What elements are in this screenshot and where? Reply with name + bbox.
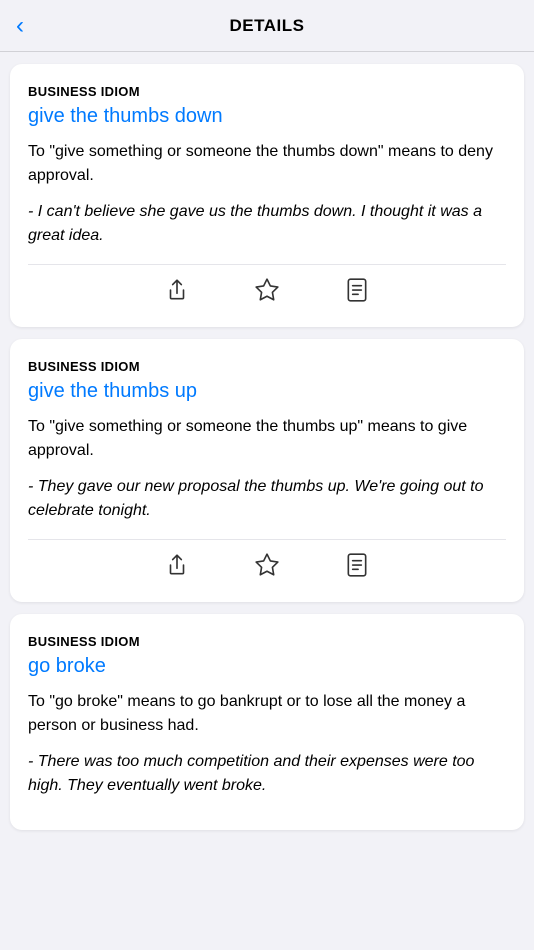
card-3-title: go broke <box>28 655 506 678</box>
card-go-broke: BUSINESS IDIOM go broke To "go broke" me… <box>10 614 524 830</box>
card-2-notes-button[interactable] <box>336 544 378 586</box>
card-1-example: - I can't believe she gave us the thumbs… <box>28 200 506 248</box>
card-1-favorite-button[interactable] <box>246 269 288 311</box>
card-1-share-button[interactable] <box>156 269 198 311</box>
card-1-title: give the thumbs down <box>28 105 506 128</box>
card-2-example: - They gave our new proposal the thumbs … <box>28 475 506 523</box>
card-1-definition: To "give something or someone the thumbs… <box>28 140 506 188</box>
header-title: DETAILS <box>230 16 305 36</box>
card-1-notes-button[interactable] <box>336 269 378 311</box>
card-2-favorite-button[interactable] <box>246 544 288 586</box>
card-2-actions <box>28 539 506 586</box>
share-icon <box>164 552 190 578</box>
card-3-definition: To "go broke" means to go bankrupt or to… <box>28 690 506 738</box>
star-icon <box>254 277 280 303</box>
card-1-category: BUSINESS IDIOM <box>28 84 506 99</box>
share-icon <box>164 277 190 303</box>
card-2-title: give the thumbs up <box>28 380 506 403</box>
card-2-category: BUSINESS IDIOM <box>28 359 506 374</box>
card-3-example: - There was too much competition and the… <box>28 750 506 798</box>
header: ‹ DETAILS <box>0 0 534 52</box>
star-icon <box>254 552 280 578</box>
card-2-definition: To "give something or someone the thumbs… <box>28 415 506 463</box>
card-2-share-button[interactable] <box>156 544 198 586</box>
notes-icon <box>344 277 370 303</box>
card-thumbs-down: BUSINESS IDIOM give the thumbs down To "… <box>10 64 524 327</box>
notes-icon <box>344 552 370 578</box>
card-3-category: BUSINESS IDIOM <box>28 634 506 649</box>
card-1-actions <box>28 264 506 311</box>
card-thumbs-up: BUSINESS IDIOM give the thumbs up To "gi… <box>10 339 524 602</box>
back-button[interactable]: ‹ <box>16 14 24 38</box>
content-area: BUSINESS IDIOM give the thumbs down To "… <box>0 52 534 842</box>
